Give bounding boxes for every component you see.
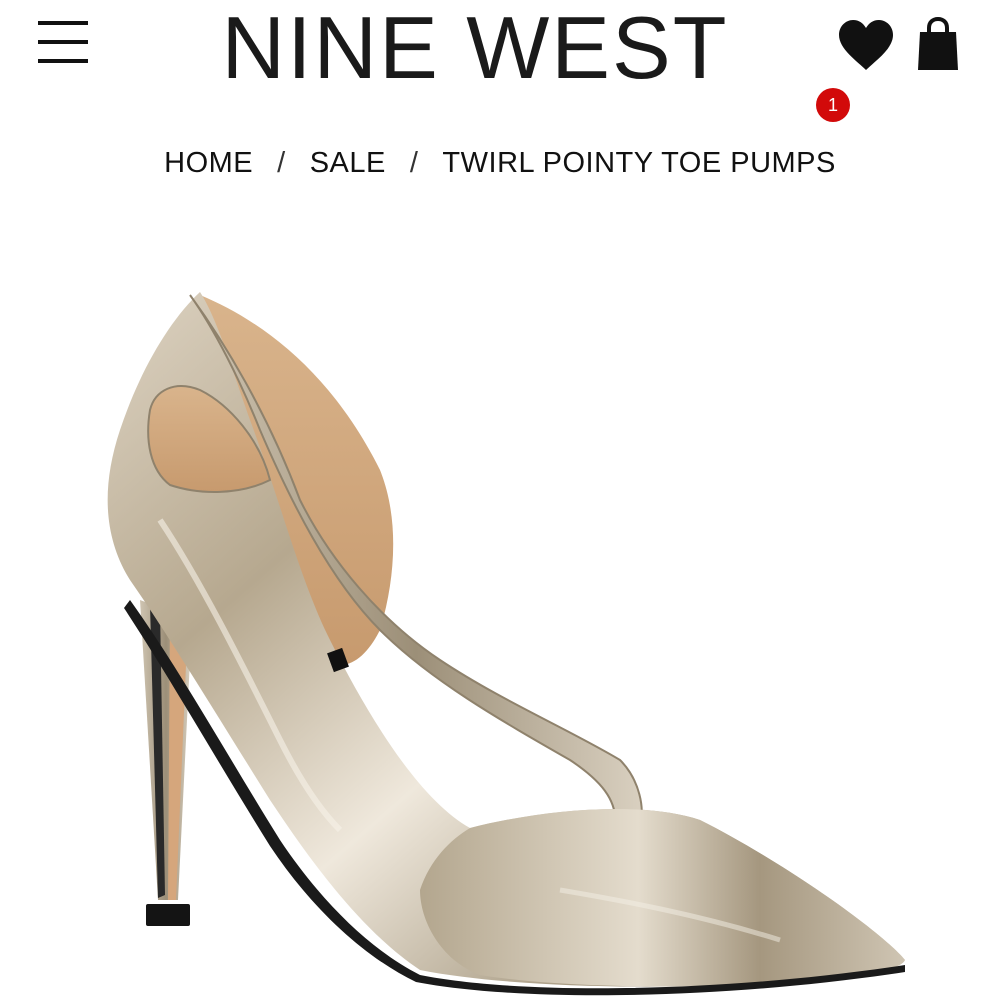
cart-button[interactable]: [914, 16, 962, 72]
breadcrumb-separator: /: [409, 146, 419, 179]
hamburger-menu-icon: [38, 21, 88, 63]
menu-button[interactable]: [30, 14, 94, 70]
product-image[interactable]: [0, 200, 1000, 1000]
brand-logo[interactable]: NINE WEST: [210, 0, 740, 98]
site-header: NINE WEST 1: [0, 0, 1000, 130]
breadcrumb-sale-link[interactable]: SALE: [310, 147, 386, 180]
product-page: NINE WEST 1 HOME / SALE / TWIRL POINTY T…: [0, 0, 1000, 1000]
heart-icon: [839, 20, 893, 70]
breadcrumb-separator: /: [277, 146, 286, 179]
metallic-pump-shoe-image: [107, 292, 905, 996]
breadcrumb-home-link[interactable]: HOME: [164, 147, 253, 180]
shopping-bag-icon: [918, 16, 958, 70]
wishlist-button[interactable]: [835, 16, 897, 76]
breadcrumb: HOME / SALE / TWIRL POINTY TOE PUMPS: [0, 140, 1000, 186]
breadcrumb-current-product: TWIRL POINTY TOE PUMPS: [442, 146, 836, 179]
cart-count-badge: 1: [816, 88, 850, 122]
